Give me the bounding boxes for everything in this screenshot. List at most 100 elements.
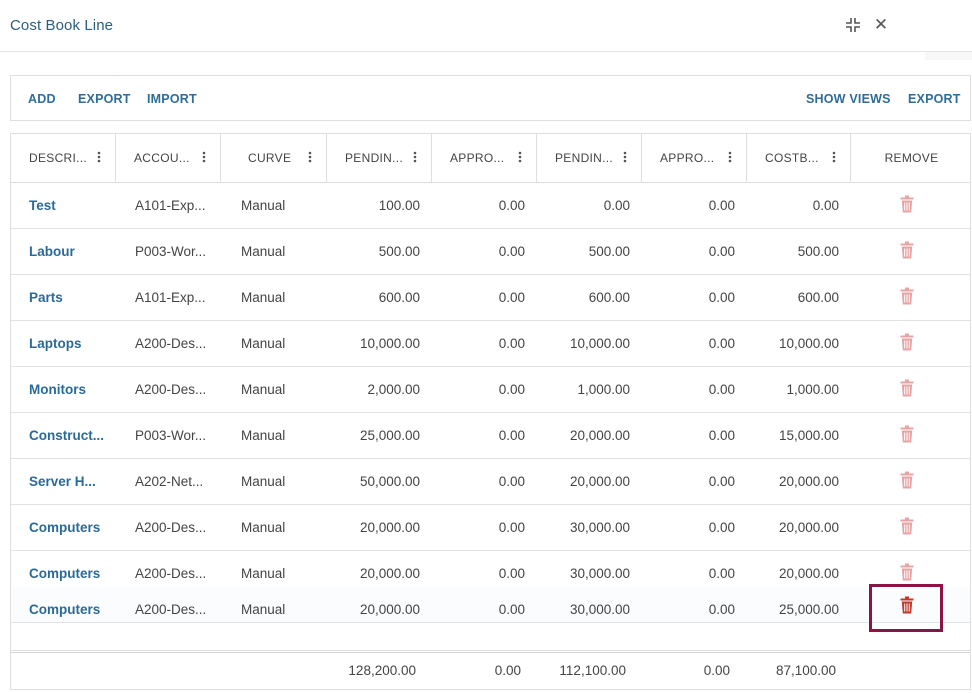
row-description-link[interactable]: Parts: [29, 290, 63, 305]
row-curve: Manual: [241, 336, 286, 351]
table-row[interactable]: Laptops A200-Des... Manual 10,000.00 0.00 10,…: [11, 321, 970, 367]
cost-book-grid: DESCRI... ACCOU... CURVE PENDIN... APPRO... P…: [10, 133, 971, 690]
row-description-link[interactable]: Test: [29, 198, 56, 213]
row-amount-3: 30,000.00: [569, 602, 630, 617]
table-row[interactable]: Server H... A202-Net... Manual 50,000.00 0.0…: [11, 459, 970, 505]
column-header-9[interactable]: REMOVE: [851, 134, 970, 182]
column-header-5[interactable]: APPRO...: [432, 134, 537, 182]
row-account: P003-Wor...: [135, 428, 207, 443]
close-icon[interactable]: ✕: [870, 14, 892, 36]
row-curve: Manual: [241, 290, 286, 305]
row-amount-2: 0.00: [498, 520, 525, 535]
grid-header: DESCRI... ACCOU... CURVE PENDIN... APPRO... P…: [11, 134, 970, 183]
row-amount-4: 0.00: [708, 244, 735, 259]
trash-icon[interactable]: [900, 471, 914, 489]
row-amount-2: 0.00: [498, 602, 525, 617]
row-amount-1: 10,000.00: [359, 336, 420, 351]
trash-icon[interactable]: [900, 596, 914, 614]
row-amount-3: 10,000.00: [569, 336, 630, 351]
table-row[interactable]: Test A101-Exp... Manual 100.00 0.00 0.00 0.00 0…: [11, 183, 970, 229]
row-curve: Manual: [241, 198, 286, 213]
column-menu-icon[interactable]: [92, 148, 106, 166]
row-account: A200-Des...: [135, 566, 207, 581]
column-menu-icon[interactable]: [197, 148, 211, 166]
row-amount-4: 0.00: [708, 290, 735, 305]
trash-icon[interactable]: [900, 563, 914, 581]
column-menu-icon[interactable]: [618, 148, 632, 166]
trash-icon[interactable]: [900, 379, 914, 397]
table-row[interactable]: Computers A200-Des... Manual 20,000.00 0.00 3…: [11, 505, 970, 551]
trash-icon[interactable]: [900, 425, 914, 443]
row-description-link[interactable]: Server H...: [29, 474, 96, 489]
table-row[interactable]: Parts A101-Exp... Manual 600.00 0.00 600.00 0.…: [11, 275, 970, 321]
column-header-label: COSTB...: [765, 151, 819, 165]
row-amount-3: 500.00: [588, 244, 630, 259]
table-row[interactable]: Labour P003-Wor... Manual 500.00 0.00 500.00 0…: [11, 229, 970, 275]
column-header-label: PENDIN...: [345, 151, 404, 165]
add-button[interactable]: ADD: [28, 92, 56, 106]
compress-icon[interactable]: [842, 14, 864, 36]
row-curve: Manual: [241, 382, 286, 397]
column-header-7[interactable]: APPRO...: [642, 134, 747, 182]
column-menu-icon[interactable]: [827, 148, 841, 166]
row-amount-5: 500.00: [797, 244, 839, 259]
row-description-link[interactable]: Computers: [29, 520, 100, 535]
total-amount-4: 0.00: [703, 663, 730, 678]
row-amount-4: 0.00: [708, 428, 735, 443]
column-menu-icon[interactable]: [723, 148, 737, 166]
row-amount-5: 0.00: [812, 198, 839, 213]
row-account: A202-Net...: [135, 474, 204, 489]
row-amount-2: 0.00: [498, 428, 525, 443]
column-menu-icon[interactable]: [513, 148, 527, 166]
row-amount-2: 0.00: [498, 244, 525, 259]
trash-icon[interactable]: [900, 241, 914, 259]
row-curve: Manual: [241, 520, 286, 535]
row-amount-2: 0.00: [498, 336, 525, 351]
row-description-link[interactable]: Labour: [29, 244, 75, 259]
row-account: A200-Des...: [135, 602, 207, 617]
column-header-4[interactable]: PENDIN...: [327, 134, 432, 182]
table-row[interactable]: Monitors A200-Des... Manual 2,000.00 0.00 1,0…: [11, 367, 970, 413]
row-amount-1: 20,000.00: [359, 602, 420, 617]
import-button[interactable]: IMPORT: [147, 92, 197, 106]
column-header-2[interactable]: ACCOU...: [116, 134, 221, 182]
row-amount-5: 20,000.00: [778, 520, 839, 535]
row-amount-3: 20,000.00: [569, 428, 630, 443]
row-amount-1: 500.00: [378, 244, 420, 259]
column-menu-icon[interactable]: [408, 148, 422, 166]
row-description-link[interactable]: Laptops: [29, 336, 82, 351]
trash-icon[interactable]: [900, 287, 914, 305]
trash-icon[interactable]: [900, 517, 914, 535]
row-amount-3: 0.00: [603, 198, 630, 213]
total-amount-3: 112,100.00: [559, 663, 626, 678]
row-amount-4: 0.00: [708, 566, 735, 581]
row-curve: Manual: [241, 566, 286, 581]
row-amount-1: 600.00: [378, 290, 420, 305]
row-description-link[interactable]: Monitors: [29, 382, 86, 397]
row-amount-1: 20,000.00: [359, 566, 420, 581]
row-description-link[interactable]: Computers: [29, 566, 100, 581]
trash-icon[interactable]: [900, 333, 914, 351]
row-amount-5: 20,000.00: [778, 566, 839, 581]
row-amount-5: 600.00: [797, 290, 839, 305]
column-header-1[interactable]: DESCRI...: [11, 134, 116, 182]
table-row[interactable]: Computers A200-Des... Manual 20,000.00 0.00 3…: [11, 587, 970, 623]
trash-icon[interactable]: [900, 195, 914, 213]
column-header-8[interactable]: COSTB...: [747, 134, 851, 182]
column-menu-icon[interactable]: [303, 148, 317, 166]
row-description-link[interactable]: Construct...: [29, 428, 104, 443]
show-views-button[interactable]: SHOW VIEWS: [806, 92, 891, 106]
column-header-6[interactable]: PENDIN...: [537, 134, 642, 182]
row-curve: Manual: [241, 602, 286, 617]
row-amount-4: 0.00: [708, 382, 735, 397]
row-amount-3: 30,000.00: [569, 566, 630, 581]
export-right-button[interactable]: EXPORT: [908, 92, 961, 106]
column-header-3[interactable]: CURVE: [221, 134, 327, 182]
total-amount-1: 128,200.00: [348, 663, 416, 678]
row-amount-2: 0.00: [498, 566, 525, 581]
row-amount-5: 1,000.00: [786, 382, 839, 397]
row-description-link[interactable]: Computers: [29, 602, 100, 617]
export-button[interactable]: EXPORT: [78, 92, 131, 106]
row-amount-4: 0.00: [708, 336, 735, 351]
table-row[interactable]: Construct... P003-Wor... Manual 25,000.00 0.…: [11, 413, 970, 459]
